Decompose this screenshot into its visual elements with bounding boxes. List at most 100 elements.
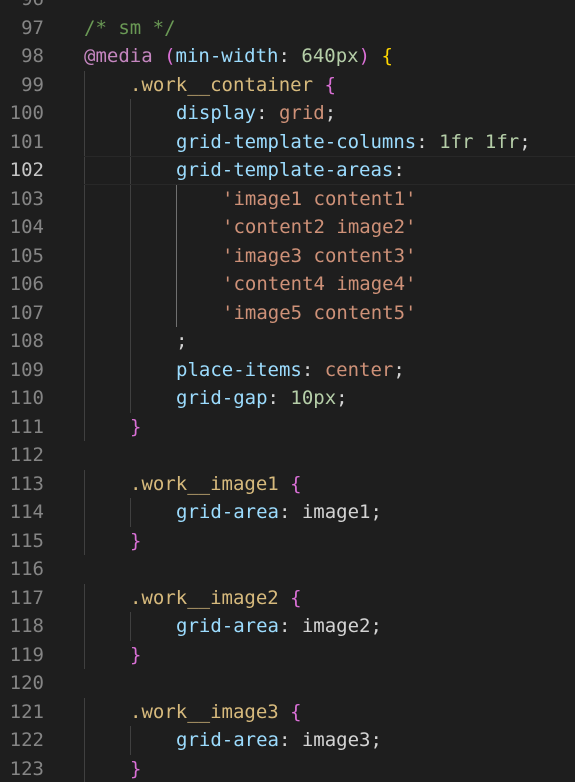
indent-guide: [84, 640, 85, 669]
code-token: center: [324, 358, 394, 381]
code-line[interactable]: 100 display: grid;: [0, 99, 575, 128]
code-token: image1: [301, 501, 371, 523]
code-token: grid-gap: [176, 387, 268, 409]
indent-guide: [84, 469, 85, 498]
code-line[interactable]: 105 'image3 content3': [0, 241, 575, 271]
code-token: 10px: [290, 387, 337, 409]
line-number: 112: [9, 444, 44, 466]
code-token: grid-template-areas: [176, 159, 394, 181]
line-code: 'image5 content5': [222, 299, 416, 328]
line-number: 100: [9, 102, 44, 124]
line-code: .work__image3 {: [130, 698, 302, 727]
line-code: place-items: center;: [176, 356, 405, 385]
code-token: 1fr: [484, 130, 520, 153]
indent-guide: [84, 184, 85, 213]
line-number: 123: [9, 757, 44, 780]
code-line[interactable]: 103 'image1 content1': [0, 184, 575, 214]
line-number: 111: [9, 415, 44, 438]
line-number: 106: [9, 273, 44, 295]
line-code: }: [130, 755, 141, 782]
code-line[interactable]: 122 grid-area: image3;: [0, 726, 575, 755]
indent-guide: [130, 241, 131, 270]
code-line[interactable]: 110 grid-gap: 10px;: [0, 384, 575, 413]
code-line[interactable]: 118 grid-area: image2;: [0, 612, 575, 641]
code-token: min-width: [175, 45, 279, 67]
code-line[interactable]: 117 .work__image2 {: [0, 583, 575, 612]
indent-guide: [130, 726, 131, 755]
code-line[interactable]: 116: [0, 555, 575, 584]
code-line[interactable]: 123}: [0, 754, 575, 782]
code-line[interactable]: 111}: [0, 412, 575, 442]
code-line[interactable]: 115}: [0, 526, 575, 555]
indent-guide: [84, 241, 85, 270]
line-code: grid-area: image2;: [176, 612, 382, 641]
code-token: .work__image3: [130, 700, 279, 723]
code-token: grid-area: [176, 729, 279, 751]
code-token: 640px: [301, 45, 359, 67]
line-code: 'image1 content1': [222, 185, 416, 214]
line-code: grid-template-columns: 1fr 1fr;: [176, 128, 531, 157]
indent-guide: [84, 156, 85, 185]
indent-guide: [84, 99, 85, 128]
code-token: .work__image1: [130, 472, 279, 495]
code-token: :: [301, 358, 325, 381]
code-token: place-items: [176, 358, 302, 381]
indent-guide: [84, 270, 85, 299]
code-editor[interactable]: 96 97 /* sm */ 98 @media (min-width: 640px) …: [0, 0, 575, 782]
code-line[interactable]: 113 .work__image1 {: [0, 469, 575, 498]
indent-guide: [84, 612, 85, 641]
code-token: ;: [336, 387, 348, 409]
code-line[interactable]: 109 place-items: center;: [0, 355, 575, 385]
code-token: display: [176, 102, 257, 124]
code-token: ): [358, 45, 371, 67]
code-line[interactable]: 120: [0, 669, 575, 698]
indent-guide: [84, 70, 85, 99]
code-token: grid: [278, 102, 325, 124]
code-line[interactable]: 119}: [0, 640, 575, 669]
line-code: }: [130, 413, 141, 442]
code-token: :: [393, 159, 405, 181]
code-token: :: [278, 615, 302, 637]
code-line[interactable]: 114 grid-area: image1;: [0, 498, 575, 527]
indent-guide: [130, 327, 131, 356]
code-line[interactable]: 104 'content2 image2': [0, 213, 575, 242]
code-token: ;: [393, 358, 405, 381]
code-token: ;: [176, 330, 188, 352]
code-token: 'content2 image2': [222, 216, 417, 238]
indent-guide: [130, 127, 131, 156]
code-line[interactable]: 108;: [0, 327, 575, 356]
indent-guide: [176, 184, 177, 213]
indent-guide: [130, 270, 131, 299]
code-token: 'image3 content3': [222, 244, 417, 267]
code-token: ;: [324, 102, 337, 124]
indent-guide: [130, 99, 131, 128]
code-token: {: [290, 472, 302, 495]
indent-guide: [84, 697, 85, 726]
code-line[interactable]: 106 'content4 image4': [0, 270, 575, 299]
code-line[interactable]: 98 @media (min-width: 640px) {: [0, 42, 575, 71]
line-number: 108: [9, 330, 44, 352]
indent-guide: [130, 213, 131, 242]
line-code: 'image3 content3': [222, 242, 416, 271]
code-line[interactable]: 96: [0, 0, 575, 14]
code-line[interactable]: 112: [0, 441, 575, 470]
code-token: :: [278, 729, 302, 751]
code-line[interactable]: 121 .work__image3 {: [0, 697, 575, 727]
code-token: }: [130, 415, 142, 438]
code-line[interactable]: 102 grid-template-areas:: [0, 156, 575, 185]
code-token: {: [290, 700, 302, 723]
code-token: ;: [370, 729, 382, 751]
indent-guide: [130, 156, 131, 185]
line-code: /* sm */: [84, 14, 176, 43]
code-line[interactable]: 97 /* sm */: [0, 14, 575, 43]
indent-guide: [130, 298, 131, 327]
code-token: image2: [301, 615, 371, 637]
code-token: @media: [84, 45, 153, 67]
code-line[interactable]: 99 .work__container {: [0, 70, 575, 99]
code-line[interactable]: 107 'image5 content5': [0, 298, 575, 328]
code-line[interactable]: 101 grid-template-columns: 1fr 1fr;: [0, 127, 575, 157]
